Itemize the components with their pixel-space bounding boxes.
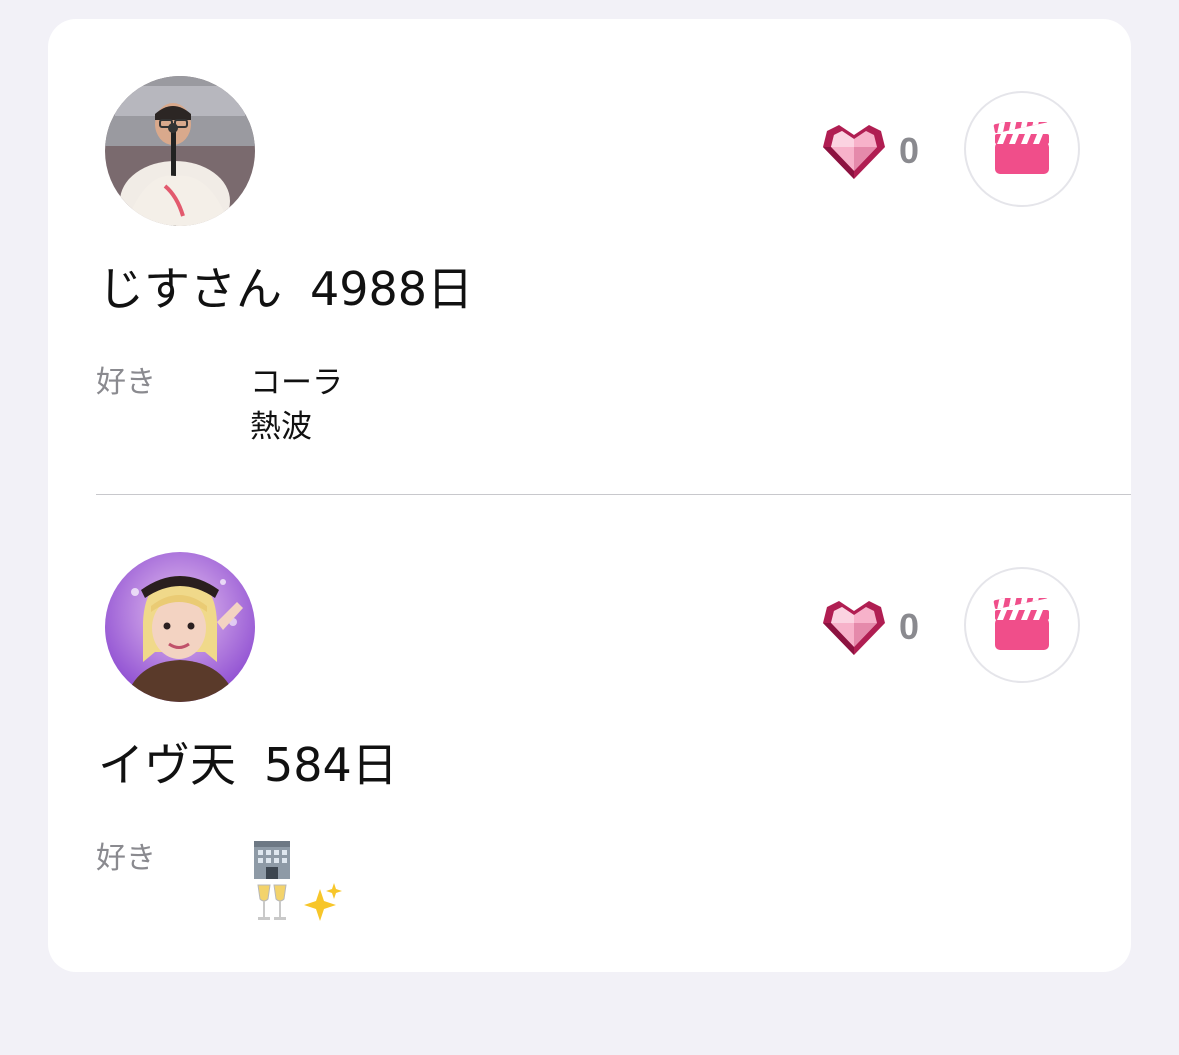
sparkles-icon <box>304 883 342 921</box>
like-counter[interactable]: 0 <box>821 595 919 659</box>
member-days: 584日 <box>264 738 398 792</box>
member-name-line: じすさん 4988日 <box>98 257 473 321</box>
member-name: イヴ天 <box>98 738 236 792</box>
avatar-photo <box>105 552 255 702</box>
favorites-list: コーラ 熱波 <box>250 361 343 449</box>
avatar[interactable] <box>105 552 255 702</box>
member-name-line: イヴ天 584日 <box>98 733 398 797</box>
avatar[interactable] <box>105 76 255 226</box>
office-building-icon <box>254 841 290 879</box>
favorite-item: コーラ <box>250 365 343 401</box>
like-count: 0 <box>899 606 920 647</box>
member-row: 0 イヴ天 584日 好き <box>48 495 1131 971</box>
gem-heart-icon <box>823 125 885 179</box>
member-name: じすさん <box>98 262 282 316</box>
member-row: 0 じすさん 4988日 好き コーラ 熱波 <box>48 19 1131 495</box>
clapperboard-icon <box>993 122 1049 174</box>
like-count: 0 <box>899 130 920 171</box>
video-button[interactable] <box>964 91 1080 207</box>
gem-heart-icon <box>823 601 885 655</box>
favorites-label: 好き <box>96 365 156 400</box>
favorites-list: 🏢 🥂✨ <box>250 837 344 925</box>
clapperboard-icon <box>993 598 1049 650</box>
member-days: 4988日 <box>310 262 474 316</box>
clinking-glasses-icon <box>257 884 287 920</box>
favorite-item: 熱波 <box>250 409 312 445</box>
avatar-photo <box>105 76 255 226</box>
video-button[interactable] <box>964 567 1080 683</box>
member-list-card: 0 じすさん 4988日 好き コーラ 熱波 0 イヴ天 584日 好き <box>48 19 1131 972</box>
like-counter[interactable]: 0 <box>821 119 919 183</box>
favorite-item: 🏢 <box>250 837 344 881</box>
favorites-label: 好き <box>96 841 156 876</box>
favorite-item: 🥂✨ <box>250 881 344 925</box>
